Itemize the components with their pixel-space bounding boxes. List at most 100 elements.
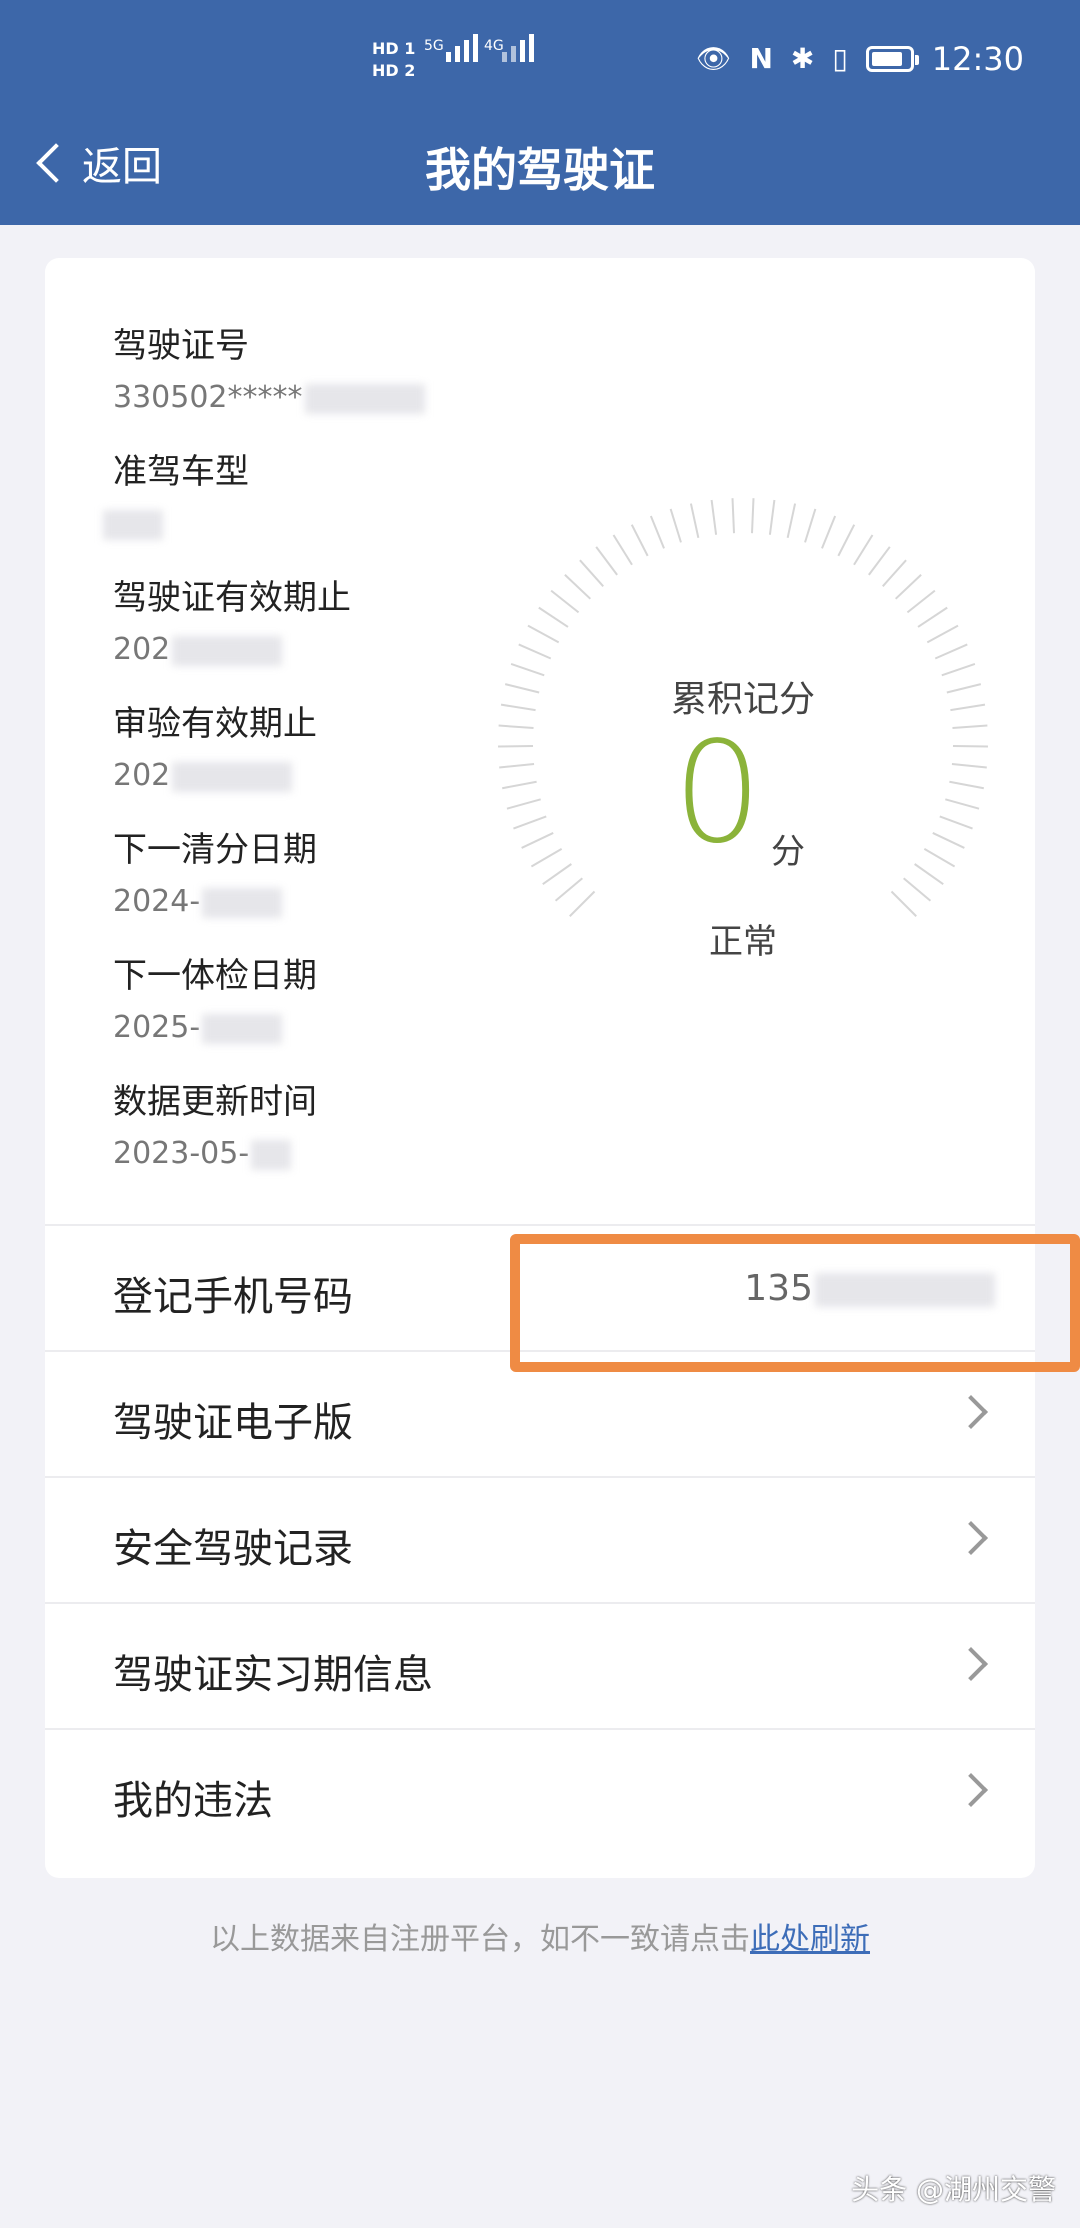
- gauge-tick: [630, 524, 649, 557]
- gauge-tick: [595, 546, 618, 576]
- gauge-tick: [951, 762, 987, 769]
- menu-item-violations[interactable]: 我的违法: [45, 1728, 1035, 1854]
- gauge-tick: [945, 798, 980, 810]
- field-label: 驾驶证有效期止: [113, 578, 351, 618]
- chevron-right-icon: [954, 1647, 988, 1681]
- app-header: HD 1 HD 2 5G 4G 👁 N ✱ ▯ 12:30 我的驾驶证 返回: [0, 0, 1080, 225]
- signal1-icon: [446, 30, 478, 62]
- score-status: 正常: [709, 922, 777, 962]
- status-right: 👁 N ✱ ▯ 12:30: [696, 40, 1024, 78]
- gauge-tick: [518, 643, 552, 660]
- license-info: 驾驶证号 330502***** 准驾车型 驾驶证有效期止 202 审验有效期止…: [103, 326, 533, 1210]
- field-value: [103, 506, 163, 541]
- gauge-tick: [939, 815, 973, 830]
- field-license-expiry: 驾驶证有效期止 202: [113, 578, 533, 706]
- license-card: 驾驶证号 330502***** 准驾车型 驾驶证有效期止 202 审验有效期止…: [45, 258, 1035, 1878]
- chevron-left-icon: [36, 143, 76, 183]
- gauge-tick: [506, 798, 541, 810]
- gauge-tick: [917, 606, 948, 628]
- gauge-tick: [564, 574, 592, 600]
- gauge-tick: [550, 589, 580, 614]
- clock: 12:30: [931, 40, 1024, 78]
- gauge-tick: [554, 877, 583, 902]
- battery-icon: [865, 46, 919, 72]
- menu-item-label: 驾驶证实习期信息: [113, 1652, 433, 1698]
- gauge-tick: [612, 534, 633, 566]
- gauge-tick: [499, 762, 535, 769]
- gauge-tick: [502, 780, 537, 790]
- gauge-tick: [750, 498, 755, 534]
- field-next-checkup-date: 下一体检日期 2025-: [113, 956, 533, 1084]
- gauge-tick: [530, 848, 563, 868]
- gauge-tick: [579, 559, 604, 587]
- chevron-right-icon: [954, 1395, 988, 1429]
- chevron-right-icon: [954, 1521, 988, 1555]
- page-title: 我的驾驶证: [425, 143, 655, 197]
- field-label: 驾驶证号: [113, 326, 249, 366]
- gauge-tick: [906, 589, 936, 614]
- gauge-tick: [804, 508, 817, 543]
- net1-label: 5G: [424, 38, 444, 54]
- gauge-tick: [513, 815, 547, 830]
- phone-label: 登记手机号码: [113, 1274, 353, 1320]
- gauge-tick: [926, 624, 959, 644]
- gauge-tick: [527, 624, 560, 644]
- gauge-tick: [914, 863, 944, 885]
- field-value: 2025-: [113, 1010, 283, 1045]
- field-next-clear-date: 下一清分日期 2024-: [113, 830, 533, 958]
- field-label: 下一清分日期: [113, 830, 317, 870]
- field-data-updated: 数据更新时间 2023-05-: [113, 1082, 533, 1210]
- back-button[interactable]: 返回: [30, 134, 162, 192]
- menu-item-safe-driving[interactable]: 安全驾驶记录: [45, 1476, 1035, 1602]
- gauge-tick: [669, 508, 682, 543]
- field-license-number: 驾驶证号 330502*****: [113, 326, 533, 454]
- field-value: 202: [113, 632, 283, 667]
- gauge-tick: [731, 498, 736, 534]
- field-value: 2023-05-: [113, 1136, 292, 1171]
- field-label: 数据更新时间: [113, 1082, 317, 1122]
- sim1-label: HD 1: [372, 39, 416, 58]
- footer-note: 以上数据来自注册平台，如不一致请点击此处刷新: [0, 1914, 1080, 1958]
- gauge-tick: [649, 515, 665, 549]
- gauge-tick: [934, 643, 968, 660]
- field-label: 准驾车型: [113, 452, 249, 492]
- nfc-icon: N: [749, 42, 773, 75]
- menu-item-label: 我的违法: [113, 1778, 273, 1824]
- eye-icon: 👁: [695, 42, 732, 75]
- gauge-tick: [569, 890, 596, 917]
- gauge-tick: [949, 780, 984, 790]
- gauge-tick: [542, 863, 572, 885]
- gauge-tick: [837, 524, 856, 557]
- refresh-link[interactable]: 此处刷新: [750, 1922, 870, 1957]
- vibrate-icon: ▯: [832, 42, 848, 75]
- gauge-tick: [890, 890, 917, 917]
- field-value: 202: [113, 758, 293, 793]
- gauge-tick: [868, 546, 891, 576]
- footer-text: 以上数据来自注册平台，如不一致请点击: [210, 1922, 750, 1957]
- sim2-label: HD 2: [372, 61, 416, 80]
- watermark: 头条 @湖州交警: [851, 2173, 1056, 2206]
- gauge-tick: [853, 534, 874, 566]
- score-unit: 分: [771, 832, 805, 872]
- field-vehicle-class: 准驾车型: [103, 452, 533, 580]
- signal2-icon: [502, 30, 534, 62]
- menu-item-probation-info[interactable]: 驾驶证实习期信息: [45, 1602, 1035, 1728]
- phone-highlight-box: [510, 1234, 1080, 1372]
- gauge-tick: [689, 503, 700, 539]
- field-label: 审验有效期止: [113, 704, 317, 744]
- gauge-tick: [786, 503, 797, 539]
- gauge-tick: [882, 559, 907, 587]
- nav-bar: 我的驾驶证 返回: [0, 130, 1080, 200]
- menu-item-label: 安全驾驶记录: [113, 1526, 353, 1572]
- field-value: 2024-: [113, 884, 283, 919]
- field-value: 330502*****: [113, 380, 425, 415]
- gauge-tick: [952, 724, 988, 730]
- gauge-tick: [821, 515, 837, 549]
- gauge-tick: [894, 574, 922, 600]
- status-bar: HD 1 HD 2 5G 4G 👁 N ✱ ▯ 12:30: [0, 30, 1080, 94]
- gauge-tick: [903, 877, 932, 902]
- gauge-tick: [710, 499, 718, 535]
- field-inspection-expiry: 审验有效期止 202: [113, 704, 533, 832]
- gauge-tick: [498, 724, 534, 730]
- gauge-tick: [768, 499, 776, 535]
